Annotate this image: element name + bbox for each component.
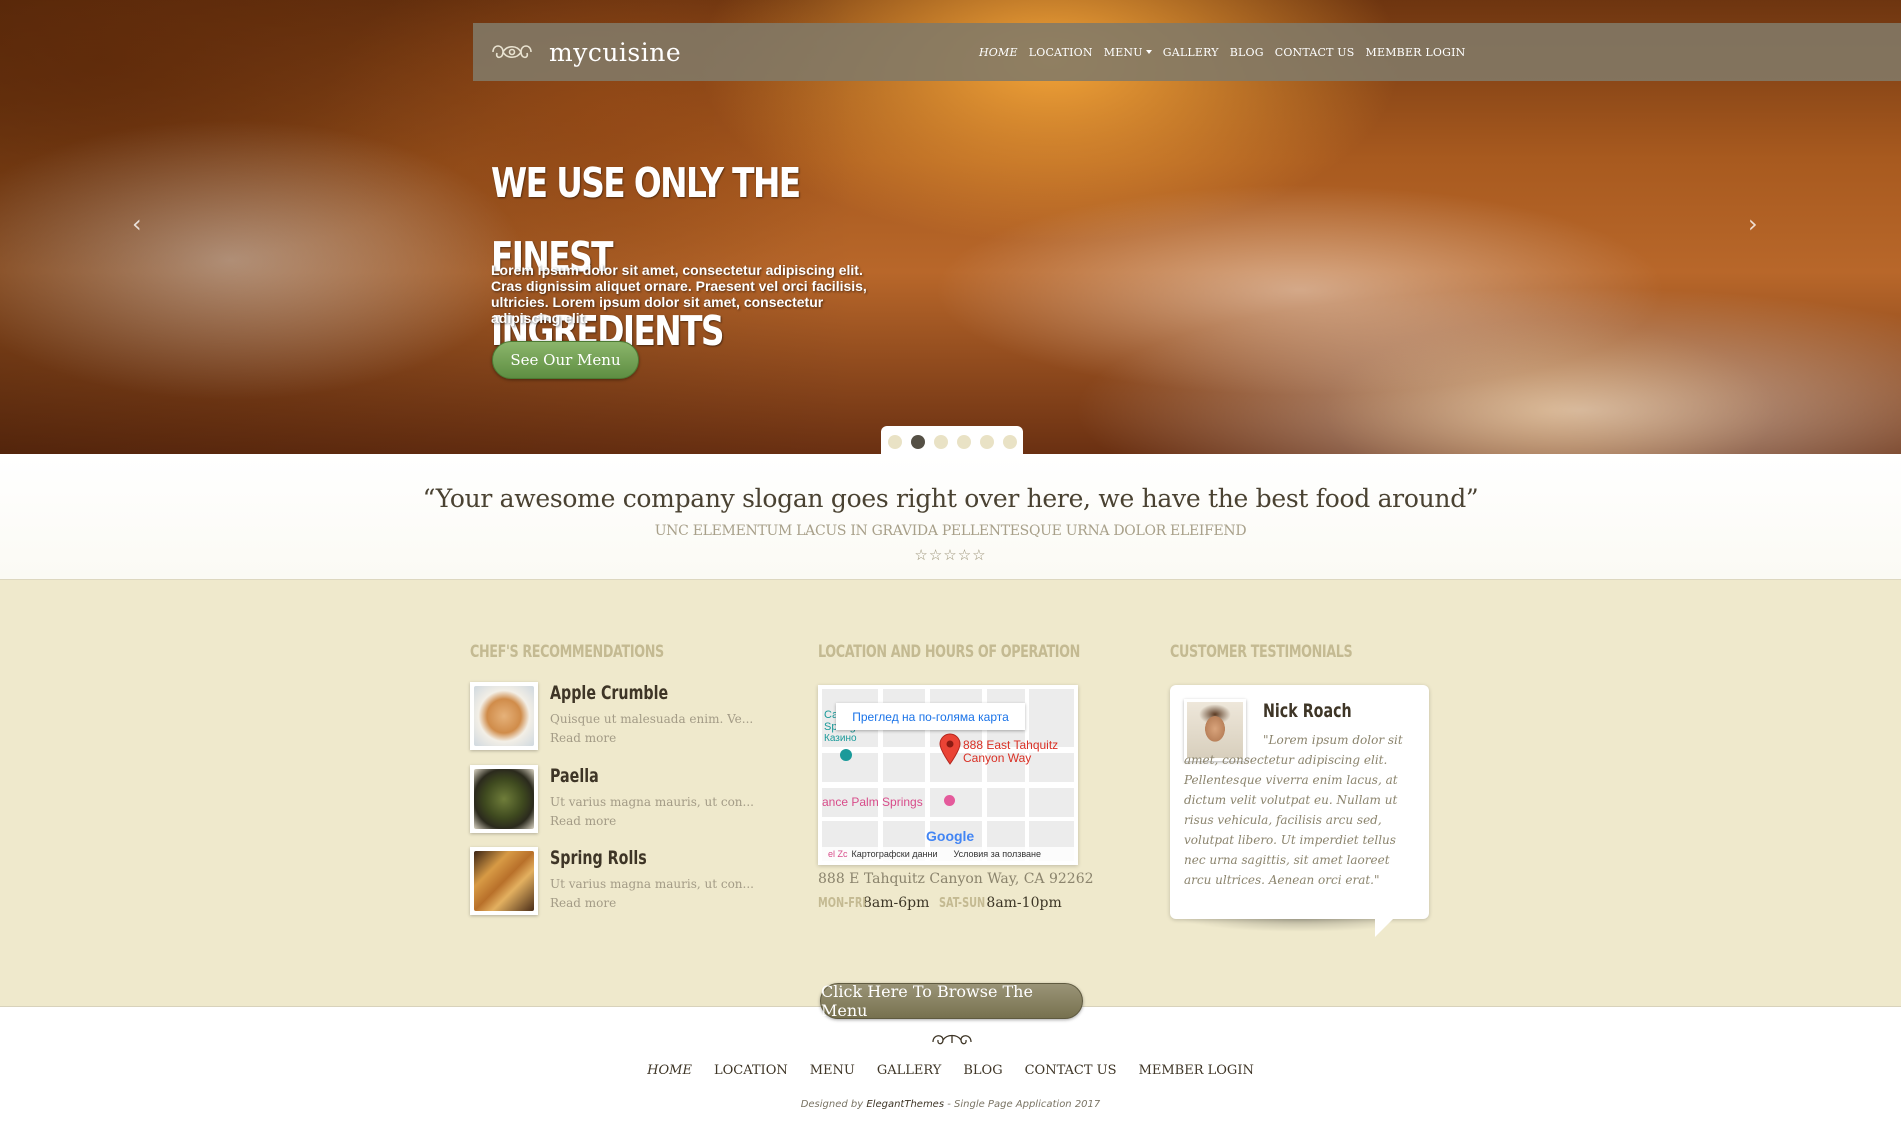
browse-menu-button[interactable]: Click Here To Browse The Menu [820,982,1083,1020]
ornament-logo-icon [489,39,535,65]
recommendation-item: Paella Ut varius magna mauris, ut con...… [470,765,770,835]
slider-dot[interactable] [956,435,971,449]
hours-label-weekend: SAT-SUN [939,896,986,911]
footer-nav: HOME LOCATION MENU GALLERY BLOG CONTACT … [0,1063,1901,1078]
flourish-ornament-icon [930,1031,974,1047]
location-pin-icon[interactable] [939,733,961,769]
footer-nav-member-login[interactable]: MEMBER LOGIN [1139,1063,1254,1078]
nav-location[interactable]: LOCATION [1029,46,1093,59]
hero-description: Lorem ipsum dolor sit amet, consectetur … [491,262,867,326]
map-road [822,782,1074,788]
slider-prev-arrow-icon[interactable]: ‹ [132,210,142,238]
recommendation-name[interactable]: Paella [550,765,599,787]
recommendation-desc: Quisque ut malesuada enim. Ve... [550,712,754,726]
slider-dot[interactable] [1002,435,1017,449]
read-more-link[interactable]: Read more [550,731,616,745]
testimonials-title: CUSTOMER TESTIMONIALS [1170,642,1353,662]
caret-down-icon [1145,50,1152,54]
testimonial-author: Nick Roach [1263,700,1352,722]
see-menu-button[interactable]: See Our Menu [492,341,639,379]
apple-crumble-image[interactable] [470,682,538,750]
top-navbar: mycuisine HOME LOCATION MENU GALLERY BLO… [473,23,1901,81]
main-nav: HOME LOCATION MENU GALLERY BLOG CONTACT … [979,23,1476,81]
nav-home[interactable]: HOME [979,46,1018,59]
hero-title: WE USE ONLY THE FINEST INGREDIENTS [491,146,811,368]
google-logo: Google [926,828,974,844]
footer-credits: Designed by ElegantThemes - Single Page … [0,1099,1901,1110]
slider-dot[interactable] [887,435,902,449]
slogan-subtitle: UNC ELEMENTUM LACUS IN GRAVIDA PELLENTES… [654,523,1247,539]
address-text: 888 E Tahquitz Canyon Way, CA 92262 [818,871,1094,887]
nav-member-login[interactable]: MEMBER LOGIN [1366,46,1466,59]
footer-nav-home[interactable]: HOME [647,1063,692,1078]
testimonial-shadow [1180,918,1380,932]
nav-contact[interactable]: CONTACT US [1275,46,1355,59]
map-pin-label: 888 East Tahquitz Canyon Way [963,739,1058,765]
hours-weekdays: 8am-6pm [863,895,930,911]
map-footer: el Zc Картографски данни Условия за полз… [822,847,1074,861]
read-more-link[interactable]: Read more [550,814,616,828]
opening-hours: MON-FRI 8am-6pm SAT-SUN 8am-10pm [818,895,1062,911]
testimonial-quote: "Lorem ipsum dolor sit amet, consectetur… [1184,733,1403,887]
logo[interactable]: mycuisine [489,38,681,67]
map-place-label: Казино [824,733,857,744]
slider-next-arrow-icon[interactable]: › [1748,210,1758,238]
testimonial-card: Nick Roach "Lorem ipsum dolor sit amet, … [1170,685,1429,919]
map-pin-label-line2: Canyon Way [963,751,1032,765]
recommendations-title: CHEF'S RECOMMENDATIONS [470,642,664,662]
map-terms-link[interactable]: Условия за ползване [954,849,1042,859]
recommendation-name[interactable]: Spring Rolls [550,847,647,869]
map-road [1025,689,1029,861]
brand-name: mycuisine [549,37,682,67]
slider-dot[interactable] [979,435,994,449]
nav-blog[interactable]: BLOG [1230,46,1264,59]
map-canvas[interactable]: Ca Springs Казино Преглед на по-голяма к… [822,689,1074,861]
map-data-link[interactable]: Картографски данни [852,849,938,859]
credits-suffix: - Single Page Application 2017 [944,1099,1101,1110]
speech-bubble-tail [1375,917,1395,937]
casino-marker-icon[interactable] [840,749,852,761]
location-map[interactable]: Ca Springs Казино Преглед на по-голяма к… [818,685,1078,865]
spring-rolls-image[interactable] [470,847,538,915]
google-logo-text: Google [926,828,975,844]
slider-dot[interactable] [933,435,948,449]
map-place-label: ance Palm Springs [822,795,923,809]
footer-nav-blog[interactable]: BLOG [963,1063,1002,1078]
read-more-link[interactable]: Read more [550,896,616,910]
footer-nav-menu[interactable]: MENU [810,1063,855,1078]
paella-image[interactable] [470,765,538,833]
credits-prefix: Designed by [800,1099,867,1110]
nav-menu[interactable]: MENU [1104,46,1152,59]
nav-menu-label: MENU [1103,45,1143,59]
location-title: LOCATION AND HOURS OF OPERATION [818,642,1080,662]
recommendation-item: Spring Rolls Ut varius magna mauris, ut … [470,847,770,917]
recommendation-desc: Ut varius magna mauris, ut con... [550,877,754,891]
nav-gallery[interactable]: GALLERY [1163,46,1219,59]
hours-label-weekdays: MON-FRI [818,896,866,911]
credits-brand-link[interactable]: ElegantThemes [866,1099,944,1110]
footer-nav-location[interactable]: LOCATION [714,1063,788,1078]
hotel-marker-icon[interactable] [944,795,955,806]
footer-nav-contact[interactable]: CONTACT US [1025,1063,1117,1078]
view-larger-map-button[interactable]: Преглед на по-голяма карта [836,703,1025,730]
recommendation-desc: Ut varius magna mauris, ut con... [550,795,754,809]
map-road [822,817,1074,821]
hours-weekend: 8am-10pm [986,895,1062,911]
rating-stars-icon: ☆☆☆☆☆ [914,546,987,564]
recommendation-name[interactable]: Apple Crumble [550,682,668,704]
slogan-section: “Your awesome company slogan goes right … [0,454,1901,580]
footer-nav-gallery[interactable]: GALLERY [877,1063,942,1078]
map-place-label: el Zc [828,849,848,859]
slider-dot-active[interactable] [910,435,925,449]
recommendation-item: Apple Crumble Quisque ut malesuada enim.… [470,682,770,752]
slogan-quote: “Your awesome company slogan goes right … [422,484,1479,513]
